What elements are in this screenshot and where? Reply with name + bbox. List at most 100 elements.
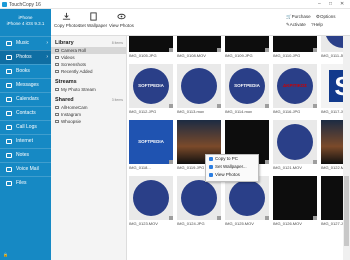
photo-tile[interactable]: IMG_0125.MOV (225, 176, 269, 226)
toolbar: Copy Photos Set Wallpaper View Photos 🛒P… (51, 9, 350, 36)
select-checkbox[interactable] (169, 160, 173, 164)
photo-tile[interactable]: IMG_0113.mov (177, 64, 221, 114)
contacts-icon (6, 111, 12, 116)
library-item-label: Camera Roll (61, 48, 87, 53)
shared-item-label: Whoopsie (61, 119, 82, 124)
photo-tile[interactable]: IMG_0108.MOV (177, 36, 221, 58)
sidebar-item-label: Voice Mail (16, 166, 39, 172)
photo-tile[interactable]: ΔΚΡΙΤΙΚΟΣ IMG_0116.JPG (273, 64, 317, 114)
photo-caption: IMG_0109.JPG (225, 53, 253, 58)
sidebar-item-label: Internet (16, 138, 33, 144)
sidebar-item-books[interactable]: Books (0, 64, 51, 78)
logo-disc (229, 180, 265, 216)
context-menu-item[interactable]: View Photos (206, 171, 258, 179)
photo-thumbnail (177, 36, 221, 52)
select-checkbox[interactable] (265, 160, 269, 164)
photo-tile[interactable]: SOFTPEDIA IMG_0118... (129, 120, 173, 170)
photo-caption: IMG_0124.JPG (177, 221, 205, 226)
select-checkbox[interactable] (217, 48, 221, 52)
wallpaper-icon (209, 165, 213, 169)
photo-tile[interactable]: IMG_0111.JPG (321, 36, 343, 58)
shared-item[interactable]: AllHomeCam (51, 104, 126, 111)
sidebar-item-files[interactable]: Files (0, 176, 51, 190)
sidebar-item-notes[interactable]: Notes (0, 148, 51, 162)
library-item[interactable]: Screenshots (51, 61, 126, 68)
sidebar-item-call-logs[interactable]: Call Logs (0, 120, 51, 134)
select-checkbox[interactable] (265, 48, 269, 52)
sidebar-item-messages[interactable]: Messages (0, 78, 51, 92)
thumbnail-text: SOFTPEDIA (138, 83, 164, 88)
streams-item[interactable]: My Photo Stream (51, 86, 126, 93)
photo-thumbnail: S (321, 64, 343, 108)
sidebar-item-label: Call Logs (16, 124, 37, 130)
device-info: iPhone iPhone 4 iOS 9.3.1 (0, 9, 51, 36)
photo-grid: IMG_0105.JPG IMG_0108.MOV IMG_0109.JPG IMG_… (127, 36, 343, 260)
select-checkbox[interactable] (265, 104, 269, 108)
scrollbar-thumb[interactable] (344, 176, 349, 246)
sidebar-item-contacts[interactable]: Contacts (0, 106, 51, 120)
shared-heading: Shared 3 items (55, 97, 123, 103)
minimize-button[interactable]: – (318, 1, 321, 7)
photo-thumbnail (225, 176, 269, 220)
sidebar-item-voice-mail[interactable]: Voice Mail (0, 162, 51, 176)
options-link[interactable]: ⚙Options (316, 14, 336, 20)
context-menu-label: Set Wallpaper... (215, 164, 247, 169)
purchase-link[interactable]: 🛒Purchase (286, 14, 311, 20)
view-photos-button[interactable]: View Photos (109, 12, 134, 28)
photo-tile[interactable]: IMG_0126.MOV (273, 176, 317, 226)
select-checkbox[interactable] (313, 216, 317, 220)
set-wallpaper-button[interactable]: Set Wallpaper (79, 12, 107, 28)
sidebar: iPhone iPhone 4 iOS 9.3.1 Music › Photos › B… (0, 9, 51, 260)
photo-thumbnail: SOFTPEDIA (225, 64, 269, 108)
select-checkbox[interactable] (169, 48, 173, 52)
album-icon (55, 120, 59, 123)
photo-tile[interactable]: SOFTPEDIA IMG_0112.JPG (129, 64, 173, 114)
sidebar-item-internet[interactable]: Internet (0, 134, 51, 148)
shared-item[interactable]: Instagram (51, 111, 126, 118)
select-checkbox[interactable] (313, 160, 317, 164)
context-menu-item[interactable]: Set Wallpaper... (206, 163, 258, 171)
photo-thumbnail (177, 176, 221, 220)
maximize-button[interactable]: □ (329, 1, 332, 7)
grid-scrollbar[interactable] (343, 36, 350, 260)
help-link[interactable]: ?Help (311, 22, 323, 27)
photo-tile[interactable]: IMG_0121.MOV (273, 120, 317, 170)
select-checkbox[interactable] (313, 104, 317, 108)
library-item[interactable]: Recently Added (51, 68, 126, 75)
sidebar-item-label: Calendars (16, 96, 39, 102)
context-menu-item[interactable]: Copy to PC (206, 155, 258, 163)
photo-tile[interactable]: IMG_0123.MOV (129, 176, 173, 226)
photo-caption: IMG_0122.MOV (321, 165, 343, 170)
photo-caption: IMG_0121.MOV (273, 165, 302, 170)
library-item[interactable]: Camera Roll (51, 47, 126, 54)
photo-tile[interactable]: IMG_0109.JPG (225, 36, 269, 58)
photo-tile[interactable]: IMG_0105.JPG (129, 36, 173, 58)
close-button[interactable]: ✕ (340, 1, 344, 7)
shared-item[interactable]: Whoopsie (51, 118, 126, 125)
music-icon (6, 41, 12, 46)
select-checkbox[interactable] (169, 104, 173, 108)
photo-tile[interactable]: IMG_0124.JPG (177, 176, 221, 226)
library-item-label: Recently Added (61, 69, 93, 74)
select-checkbox[interactable] (313, 48, 317, 52)
library-item[interactable]: Videos (51, 54, 126, 61)
sidebar-item-calendars[interactable]: Calendars (0, 92, 51, 106)
photo-tile[interactable]: SOFTPEDIA IMG_0114.mov (225, 64, 269, 114)
logo-disc (277, 124, 313, 160)
photo-tile[interactable]: S IMG_0117.JPG (321, 64, 343, 114)
photo-caption: IMG_0110.JPG (273, 53, 301, 58)
photo-tile[interactable]: IMG_0110.JPG (273, 36, 317, 58)
photo-caption: IMG_0126.MOV (273, 221, 302, 226)
photo-tile[interactable]: IMG_0127.JPG (321, 176, 343, 226)
sidebar-item-music[interactable]: Music › (0, 36, 51, 50)
activate-link[interactable]: ✎Activate (286, 22, 306, 28)
select-checkbox[interactable] (265, 216, 269, 220)
lock-icon[interactable]: 🔒 (3, 252, 8, 257)
sidebar-item-photos[interactable]: Photos › (0, 50, 51, 64)
select-checkbox[interactable] (217, 216, 221, 220)
copy-photos-button[interactable]: Copy Photos (54, 12, 80, 28)
select-checkbox[interactable] (217, 104, 221, 108)
select-checkbox[interactable] (169, 216, 173, 220)
context-menu: Copy to PC Set Wallpaper... View Photos (205, 154, 259, 182)
photo-tile[interactable]: IMG_0122.MOV (321, 120, 343, 170)
